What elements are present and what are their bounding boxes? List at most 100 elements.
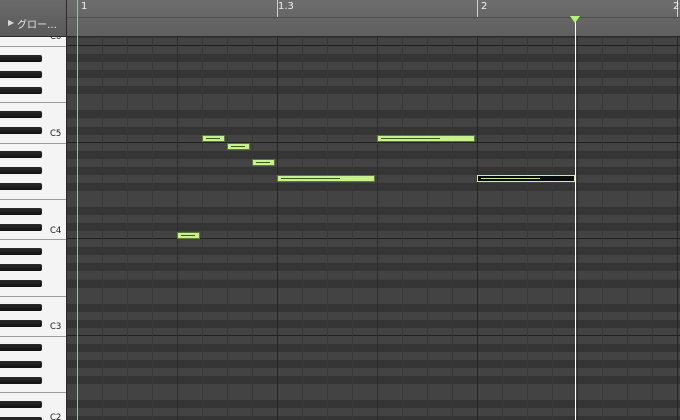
pitch-row (67, 78, 680, 87)
octave-label: C2 (50, 413, 62, 420)
global-tracks-header[interactable]: ▶ グロー… (0, 0, 67, 37)
grid-line (102, 37, 103, 420)
midi-note[interactable] (177, 231, 200, 239)
pitch-row (67, 118, 680, 127)
piano-black-key[interactable] (0, 86, 42, 94)
midi-note[interactable] (227, 143, 250, 151)
piano-black-key[interactable] (0, 344, 42, 352)
bar-ruler[interactable]: 1 1.3 2 2 (67, 0, 680, 37)
piano-black-key[interactable] (0, 400, 42, 408)
pitch-row (67, 247, 680, 256)
octave-label: C5 (50, 129, 62, 139)
grid-line (302, 37, 303, 420)
pitch-row (67, 295, 680, 304)
midi-note[interactable] (377, 135, 475, 143)
pitch-row (67, 263, 680, 272)
triangle-right-icon[interactable]: ▶ (8, 18, 14, 27)
piano-black-key[interactable] (0, 247, 42, 255)
piano-keyboard[interactable]: C6 C5 C4 C3 C2 (0, 37, 67, 420)
pitch-row (67, 287, 680, 296)
pitch-row (67, 239, 680, 248)
pitch-row (67, 319, 680, 328)
pitch-row (67, 166, 680, 175)
pitch-row (67, 360, 680, 369)
midi-note-selected[interactable] (477, 175, 575, 183)
piano-black-key[interactable] (0, 263, 42, 271)
midi-note[interactable] (252, 159, 275, 167)
piano-black-key[interactable] (0, 207, 42, 215)
pitch-row (67, 46, 680, 55)
piano-black-key[interactable] (0, 127, 42, 135)
grid-line (377, 37, 378, 420)
note-velocity-bar (481, 178, 540, 180)
pitch-row (67, 303, 680, 312)
piano-black-key[interactable] (0, 151, 42, 159)
piano-black-key[interactable] (0, 304, 42, 312)
piano-black-key[interactable] (0, 183, 42, 191)
pitch-row (67, 126, 680, 135)
pitch-row (67, 102, 680, 111)
ruler-divider (67, 17, 680, 18)
piano-black-key[interactable] (0, 54, 42, 62)
pitch-row (67, 311, 680, 320)
pitch-row (67, 392, 680, 401)
playhead[interactable] (575, 17, 576, 420)
pitch-row (67, 142, 680, 151)
grid-line (402, 37, 403, 420)
piano-black-key[interactable] (0, 70, 42, 78)
piano-key-divider (0, 102, 66, 104)
pitch-row (67, 327, 680, 336)
pitch-row (67, 231, 680, 240)
octave-label: C6 (50, 37, 62, 42)
octave-label: C4 (50, 226, 62, 236)
grid-line (527, 37, 528, 420)
piano-black-key[interactable] (0, 360, 42, 368)
pitch-row (67, 70, 680, 79)
pitch-row (67, 182, 680, 191)
grid-line (552, 37, 553, 420)
midi-note[interactable] (277, 175, 375, 183)
pitch-row (67, 351, 680, 360)
playhead-marker-icon[interactable] (570, 16, 580, 23)
pitch-row (67, 207, 680, 216)
grid-line (352, 37, 353, 420)
pitch-row (67, 190, 680, 199)
piano-key-divider (0, 239, 66, 241)
piano-key-divider (0, 46, 66, 48)
grid-line (202, 37, 203, 420)
pitch-row (67, 335, 680, 344)
piano-black-key[interactable] (0, 110, 42, 118)
grid-line (327, 37, 328, 420)
piano-black-key[interactable] (0, 320, 42, 328)
grid-line (477, 37, 478, 420)
midi-note[interactable] (202, 135, 225, 143)
grid-line (427, 37, 428, 420)
pitch-row (67, 408, 680, 417)
pitch-row (67, 199, 680, 208)
ruler-marker-label: 2 (481, 1, 488, 12)
pitch-row (67, 86, 680, 95)
pitch-row (67, 158, 680, 167)
grid-line (127, 37, 128, 420)
pitch-row (67, 400, 680, 409)
pitch-row (67, 279, 680, 288)
pitch-row (67, 271, 680, 280)
pitch-row (67, 54, 680, 63)
grid-line (277, 37, 278, 420)
note-velocity-bar (281, 178, 340, 180)
pitch-row (67, 62, 680, 71)
piano-black-key[interactable] (0, 223, 42, 231)
pitch-row (67, 94, 680, 103)
piano-black-key[interactable] (0, 167, 42, 175)
grid-line (152, 37, 153, 420)
grid-line (502, 37, 503, 420)
grid-line (602, 37, 603, 420)
pitch-row (67, 376, 680, 385)
piano-black-key[interactable] (0, 280, 42, 287)
grid-line (452, 37, 453, 420)
note-velocity-bar (231, 146, 245, 148)
note-grid[interactable] (67, 37, 680, 420)
pitch-row (67, 343, 680, 352)
pitch-row (67, 416, 680, 420)
piano-black-key[interactable] (0, 376, 42, 384)
